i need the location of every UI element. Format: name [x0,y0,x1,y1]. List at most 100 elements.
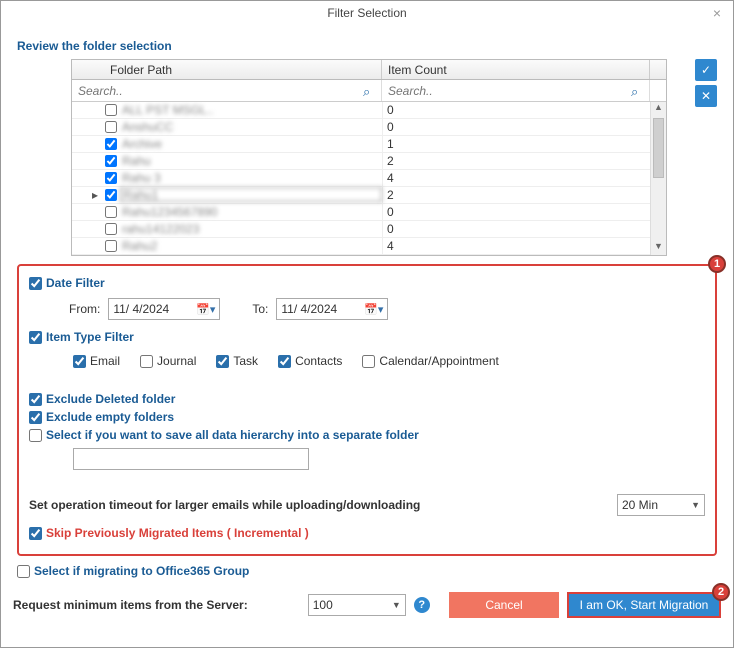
migrate-group-label: Select if migrating to Office365 Group [34,564,249,578]
to-date-picker[interactable]: 11/ 4/2024 📅▾ [276,298,388,320]
table-row[interactable]: ▸Rahu12 [72,187,666,204]
scroll-down-icon[interactable]: ▼ [651,241,666,255]
row-checkbox[interactable] [105,240,117,252]
row-folder-path: AnshuCC [120,119,382,135]
timeout-combo[interactable]: 20 Min ▼ [617,494,705,516]
search-icon[interactable]: ⌕ [363,84,377,98]
request-min-combo[interactable]: 100 ▼ [308,594,406,616]
journal-checkbox[interactable] [140,355,153,368]
search-cell-path: ⌕ [72,80,382,101]
table-row[interactable]: Rahu 34 [72,170,666,187]
email-option[interactable]: Email [73,354,120,368]
exclude-empty-row: Exclude empty folders [29,410,705,424]
table-row[interactable]: Archive1 [72,136,666,153]
callout-badge-2: 2 [712,583,730,601]
row-checkbox[interactable] [105,104,117,116]
row-checkbox-cell [102,170,120,186]
row-item-count: 2 [382,187,666,203]
search-scroll-spacer [650,80,666,101]
help-icon[interactable]: ? [414,597,430,613]
row-checkbox[interactable] [105,189,117,201]
row-indicator-icon [72,136,102,152]
migrate-group-checkbox[interactable] [17,565,30,578]
calendar-icon[interactable]: 📅▾ [364,303,383,316]
row-item-count: 1 [382,136,666,152]
cancel-button[interactable]: Cancel [449,592,559,618]
table-row[interactable]: ALL PST MSGL..0 [72,102,666,119]
header-folder-path[interactable]: Folder Path [72,60,382,79]
deselect-all-button[interactable]: ✕ [695,85,717,107]
row-checkbox[interactable] [105,121,117,133]
save-hierarchy-row: Select if you want to save all data hier… [29,428,705,442]
search-input-count[interactable] [386,83,631,99]
date-filter-label: Date Filter [46,276,105,290]
row-checkbox[interactable] [105,155,117,167]
row-indicator-icon [72,153,102,169]
from-date-picker[interactable]: 11/ 4/2024 📅▾ [108,298,220,320]
row-folder-path: Rahu 3 [120,170,382,186]
to-label: To: [252,302,268,316]
row-indicator-icon [72,204,102,220]
item-type-filter-checkbox[interactable] [29,331,42,344]
journal-option[interactable]: Journal [140,354,196,368]
folder-grid: Folder Path Item Count ⌕ ⌕ [71,59,667,256]
row-checkbox[interactable] [105,206,117,218]
item-type-filter-row: Item Type Filter [29,330,705,344]
row-indicator-icon [72,119,102,135]
timeout-label: Set operation timeout for larger emails … [29,498,420,512]
table-row[interactable]: Rahu12345678900 [72,204,666,221]
row-item-count: 0 [382,221,666,237]
grid-scrollbar[interactable]: ▲ ▼ [650,102,666,255]
row-folder-path: rahu14122023 [120,221,382,237]
row-indicator-icon [72,170,102,186]
hierarchy-folder-input[interactable] [73,448,309,470]
calendar-icon[interactable]: 📅▾ [196,303,215,316]
calendar-checkbox[interactable] [362,355,375,368]
header-scroll-spacer [650,60,666,79]
exclude-deleted-checkbox[interactable] [29,393,42,406]
migrate-group-row: Select if migrating to Office365 Group [17,564,721,578]
close-icon[interactable]: × [707,1,727,25]
grid-header: Folder Path Item Count [72,60,666,80]
titlebar: Filter Selection × [1,1,733,25]
scroll-up-icon[interactable]: ▲ [651,102,666,116]
save-hierarchy-checkbox[interactable] [29,429,42,442]
row-checkbox-cell [102,102,120,118]
start-migration-button[interactable]: I am OK, Start Migration 2 [567,592,721,618]
calendar-option[interactable]: Calendar/Appointment [362,354,498,368]
search-input-path[interactable] [76,83,363,99]
task-option[interactable]: Task [216,354,258,368]
to-date-value: 11/ 4/2024 [281,302,337,316]
date-filter-row: Date Filter [29,276,705,290]
header-item-count[interactable]: Item Count [382,60,650,79]
row-checkbox-cell [102,204,120,220]
contacts-option[interactable]: Contacts [278,354,342,368]
callout-badge-1: 1 [708,255,726,273]
exclude-empty-checkbox[interactable] [29,411,42,424]
scroll-thumb[interactable] [653,118,664,178]
request-min-value: 100 [313,598,333,612]
grid-body[interactable]: ALL PST MSGL..0AnshuCC0Archive1Rahu2Rahu… [72,102,666,255]
search-icon[interactable]: ⌕ [631,84,645,98]
table-row[interactable]: rahu141220230 [72,221,666,238]
folder-grid-wrap: Folder Path Item Count ⌕ ⌕ [71,59,689,256]
row-checkbox[interactable] [105,138,117,150]
contacts-checkbox[interactable] [278,355,291,368]
select-all-button[interactable]: ✓ [695,59,717,81]
grid-search-row: ⌕ ⌕ [72,80,666,102]
table-row[interactable]: AnshuCC0 [72,119,666,136]
search-cell-count: ⌕ [382,80,650,101]
request-min-label: Request minimum items from the Server: [13,598,248,612]
date-filter-checkbox[interactable] [29,277,42,290]
grid-side-buttons: ✓ ✕ [695,59,717,111]
table-row[interactable]: Rahu24 [72,238,666,255]
task-checkbox[interactable] [216,355,229,368]
filters-box: 1 Date Filter From: 11/ 4/2024 📅▾ To: 11… [17,264,717,556]
skip-migrated-checkbox[interactable] [29,527,42,540]
row-checkbox[interactable] [105,172,117,184]
row-checkbox[interactable] [105,223,117,235]
table-row[interactable]: Rahu2 [72,153,666,170]
row-item-count: 4 [382,170,666,186]
email-checkbox[interactable] [73,355,86,368]
skip-migrated-label: Skip Previously Migrated Items ( Increme… [46,526,309,540]
